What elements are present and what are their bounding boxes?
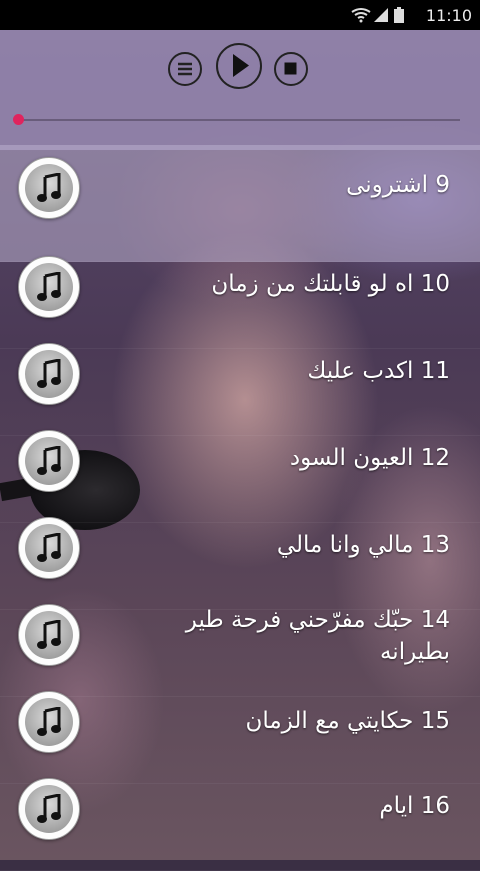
- signal-icon: [374, 8, 388, 22]
- track-disc: [18, 430, 80, 492]
- stop-button[interactable]: [274, 52, 308, 86]
- track-title: 10 اه لو قابلتك من زمان: [211, 271, 450, 297]
- music-note-icon: [37, 173, 61, 202]
- track-title: 9 اشترونى: [346, 172, 450, 198]
- track-item[interactable]: 11 اكدب عليك: [0, 343, 480, 436]
- stop-icon: [284, 62, 297, 75]
- track-title: 12 العيون السود: [289, 445, 450, 471]
- play-button[interactable]: [216, 43, 262, 89]
- track-disc: [18, 691, 80, 753]
- music-note-icon: [37, 707, 61, 736]
- music-note-icon: [37, 794, 61, 823]
- track-item[interactable]: 15 حكايتي مع الزمان: [0, 691, 480, 784]
- menu-icon: [178, 62, 192, 76]
- track-item[interactable]: 14 حبّك مفرّحني فرحة طير بطيرانه: [0, 604, 480, 697]
- track-disc: [18, 256, 80, 318]
- track-disc: [18, 517, 80, 579]
- music-note-icon: [37, 272, 61, 301]
- menu-button[interactable]: [168, 52, 202, 86]
- status-icons: [351, 7, 404, 23]
- track-title: 15 حكايتي مع الزمان: [245, 708, 450, 734]
- music-note-icon: [37, 446, 61, 475]
- track-title: 11 اكدب عليك: [307, 358, 450, 384]
- music-note-icon: [37, 533, 61, 562]
- progress-track[interactable]: [18, 119, 460, 121]
- track-disc: [18, 157, 80, 219]
- status-bar: 11:10: [0, 0, 480, 30]
- track-item[interactable]: 10 اه لو قابلتك من زمان: [0, 256, 480, 349]
- track-disc: [18, 604, 80, 666]
- player-panel: [0, 30, 480, 150]
- track-item[interactable]: 12 العيون السود: [0, 430, 480, 523]
- track-list: 9 اشترونى 10 اه لو قابلتك من زمان 11 اكد…: [0, 145, 480, 871]
- music-note-icon: [37, 620, 61, 649]
- track-disc: [18, 343, 80, 405]
- progress-thumb[interactable]: [13, 114, 24, 125]
- track-item[interactable]: 16 ايام: [0, 778, 480, 871]
- wifi-icon: [351, 8, 371, 23]
- track-item[interactable]: 13 مالي وانا مالي: [0, 517, 480, 610]
- music-note-icon: [37, 359, 61, 388]
- track-title: 13 مالي وانا مالي: [276, 532, 450, 558]
- status-time: 11:10: [425, 6, 472, 25]
- track-title: 14 حبّك مفرّحني فرحة طير بطيرانه: [185, 607, 450, 665]
- play-icon: [233, 54, 249, 77]
- track-item[interactable]: 9 اشترونى: [0, 145, 480, 262]
- track-title: 16 ايام: [379, 793, 450, 819]
- track-disc: [18, 778, 80, 840]
- battery-icon: [394, 7, 404, 23]
